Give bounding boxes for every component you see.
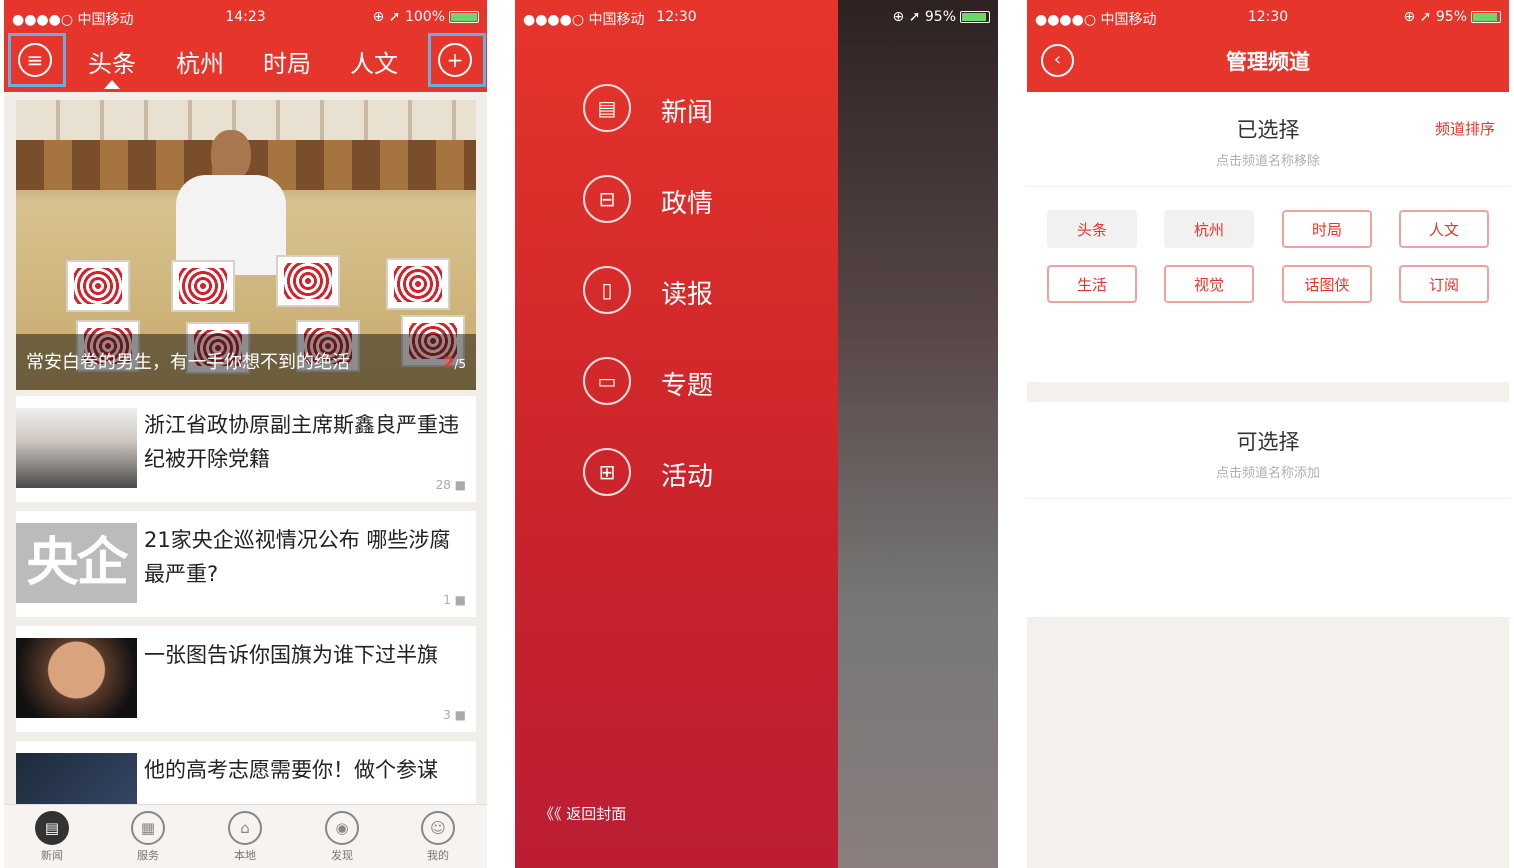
menu-icon[interactable]: ≡ xyxy=(18,43,52,77)
grid-icon: ▦ xyxy=(131,811,165,845)
manage-header: ●●●●○ 中国移动 12:30 ⊕ ➚ 95% ‹ 管理频道 xyxy=(1027,0,1509,92)
user-icon: ☺ xyxy=(421,811,455,845)
battery-indicator: ⊕ ➚ 95% xyxy=(1404,9,1501,25)
side-menu: ▤ 新闻 ⊟ 政情 ▯ 读报 ▭ 专题 ⊞ 活动 《《 返回封面 xyxy=(515,0,838,868)
list-item[interactable]: 浙江省政协原副主席斯鑫良严重违纪被开除党籍 28 ■ xyxy=(16,396,476,508)
article-title: 21家央企巡视情况公布 哪些涉腐最严重? xyxy=(144,528,451,586)
channel-sort-link[interactable]: 频道排序 xyxy=(1435,118,1495,139)
channel-chip[interactable]: 时局 xyxy=(1282,210,1372,248)
available-title: 可选择 xyxy=(1236,430,1300,454)
channel-chip[interactable]: 杭州 xyxy=(1164,210,1254,248)
tabbar-services[interactable]: ▦ 服务 xyxy=(118,811,178,863)
channel-chip[interactable]: 视觉 xyxy=(1164,265,1254,303)
tabbar-news[interactable]: ▤ 新闻 xyxy=(22,811,82,863)
available-section: 可选择 点击频道名称添加 xyxy=(1027,402,1509,617)
manage-channels-screen: ●●●●○ 中国移动 12:30 ⊕ ➚ 95% ‹ 管理频道 已选择 点击频道… xyxy=(1027,0,1509,868)
selected-hint: 点击频道名称移除 xyxy=(1215,154,1320,169)
article-thumbnail xyxy=(16,638,137,718)
comment-count: 28 ■ xyxy=(435,478,466,492)
channel-chip[interactable]: 头条 xyxy=(1047,210,1137,248)
book-icon: ▭ xyxy=(583,357,631,405)
gift-icon: ⊞ xyxy=(583,448,631,496)
channel-chip[interactable]: 人文 xyxy=(1399,210,1489,248)
home-icon: ⌂ xyxy=(228,811,262,845)
status-bar: ●●●●○ 中国移动 12:30 ⊕ ➚ 95% xyxy=(515,0,998,34)
channel-chip[interactable]: 订阅 xyxy=(1399,265,1489,303)
battery-icon xyxy=(960,11,990,23)
tab-culture[interactable]: 人文 xyxy=(350,44,398,79)
article-thumbnail xyxy=(16,408,137,488)
menu-screen: ▤ 新闻 ⊟ 政情 ▯ 读报 ▭ 专题 ⊞ 活动 《《 返回封面 ●●●●○ 中国移动 1… xyxy=(515,0,998,868)
tabbar-discover[interactable]: ◉ 发现 xyxy=(312,811,372,863)
clock: 12:30 xyxy=(656,9,697,25)
comment-count: 3 ■ xyxy=(443,708,466,722)
briefcase-icon: ⊟ xyxy=(583,175,631,223)
blurred-content[interactable] xyxy=(838,0,998,868)
slide-counter: 2/5 xyxy=(443,353,466,372)
comment-count: 1 ■ xyxy=(443,593,466,607)
list-item[interactable]: 央企 21家央企巡视情况公布 哪些涉腐最严重? 1 ■ xyxy=(16,511,476,623)
article-title: 浙江省政协原副主席斯鑫良严重违纪被开除党籍 xyxy=(144,413,459,471)
channel-chip[interactable]: 生活 xyxy=(1047,265,1137,303)
tabbar-me[interactable]: ☺ 我的 xyxy=(408,811,468,863)
document-icon: ▤ xyxy=(583,84,631,132)
battery-icon xyxy=(449,11,479,23)
news-screen: ●●●●○ 中国移动 14:23 ⊕ ➚ 100% ≡ 头条 杭州 时局 人文 … xyxy=(4,0,487,868)
battery-indicator: ⊕ ➚ 100% xyxy=(373,9,479,25)
active-tab-indicator xyxy=(104,80,120,89)
status-bar: ●●●●○ 中国移动 12:30 ⊕ ➚ 95% xyxy=(1027,0,1509,34)
pages-icon: ▯ xyxy=(583,266,631,314)
news-header: ●●●●○ 中国移动 14:23 ⊕ ➚ 100% ≡ 头条 杭州 时局 人文 … xyxy=(4,0,487,92)
hero-slide[interactable]: 常安白卷的男生，有一手你想不到的绝活 2/5 xyxy=(16,100,476,390)
hero-caption: 常安白卷的男生，有一手你想不到的绝活 xyxy=(16,334,476,390)
article-thumbnail: 央企 xyxy=(16,523,137,603)
article-title: 他的高考志愿需要你！做个参谋 xyxy=(144,758,438,782)
channel-chip[interactable]: 话图侠 xyxy=(1282,265,1372,303)
bottom-tab-bar: ▤ 新闻 ▦ 服务 ⌂ 本地 ◉ 发现 ☺ 我的 xyxy=(4,804,487,868)
article-title: 一张图告诉你国旗为谁下过半旗 xyxy=(144,643,438,667)
battery-indicator: ⊕ ➚ 95% xyxy=(893,9,990,25)
back-to-cover-link[interactable]: 《《 返回封面 xyxy=(539,803,626,824)
tab-hangzhou[interactable]: 杭州 xyxy=(176,44,224,79)
page-title: 管理频道 xyxy=(1226,50,1310,74)
tab-headline[interactable]: 头条 xyxy=(88,44,136,79)
tab-politics[interactable]: 时局 xyxy=(263,44,311,79)
available-hint: 点击频道名称添加 xyxy=(1215,466,1320,481)
eye-icon: ◉ xyxy=(325,811,359,845)
news-icon: ▤ xyxy=(35,811,69,845)
battery-icon xyxy=(1471,11,1501,23)
tabbar-local[interactable]: ⌂ 本地 xyxy=(215,811,275,863)
status-bar: ●●●●○ 中国移动 14:23 ⊕ ➚ 100% xyxy=(4,0,487,34)
add-channel-icon[interactable]: + xyxy=(438,43,472,77)
list-item[interactable]: 一张图告诉你国旗为谁下过半旗 3 ■ xyxy=(16,626,476,738)
